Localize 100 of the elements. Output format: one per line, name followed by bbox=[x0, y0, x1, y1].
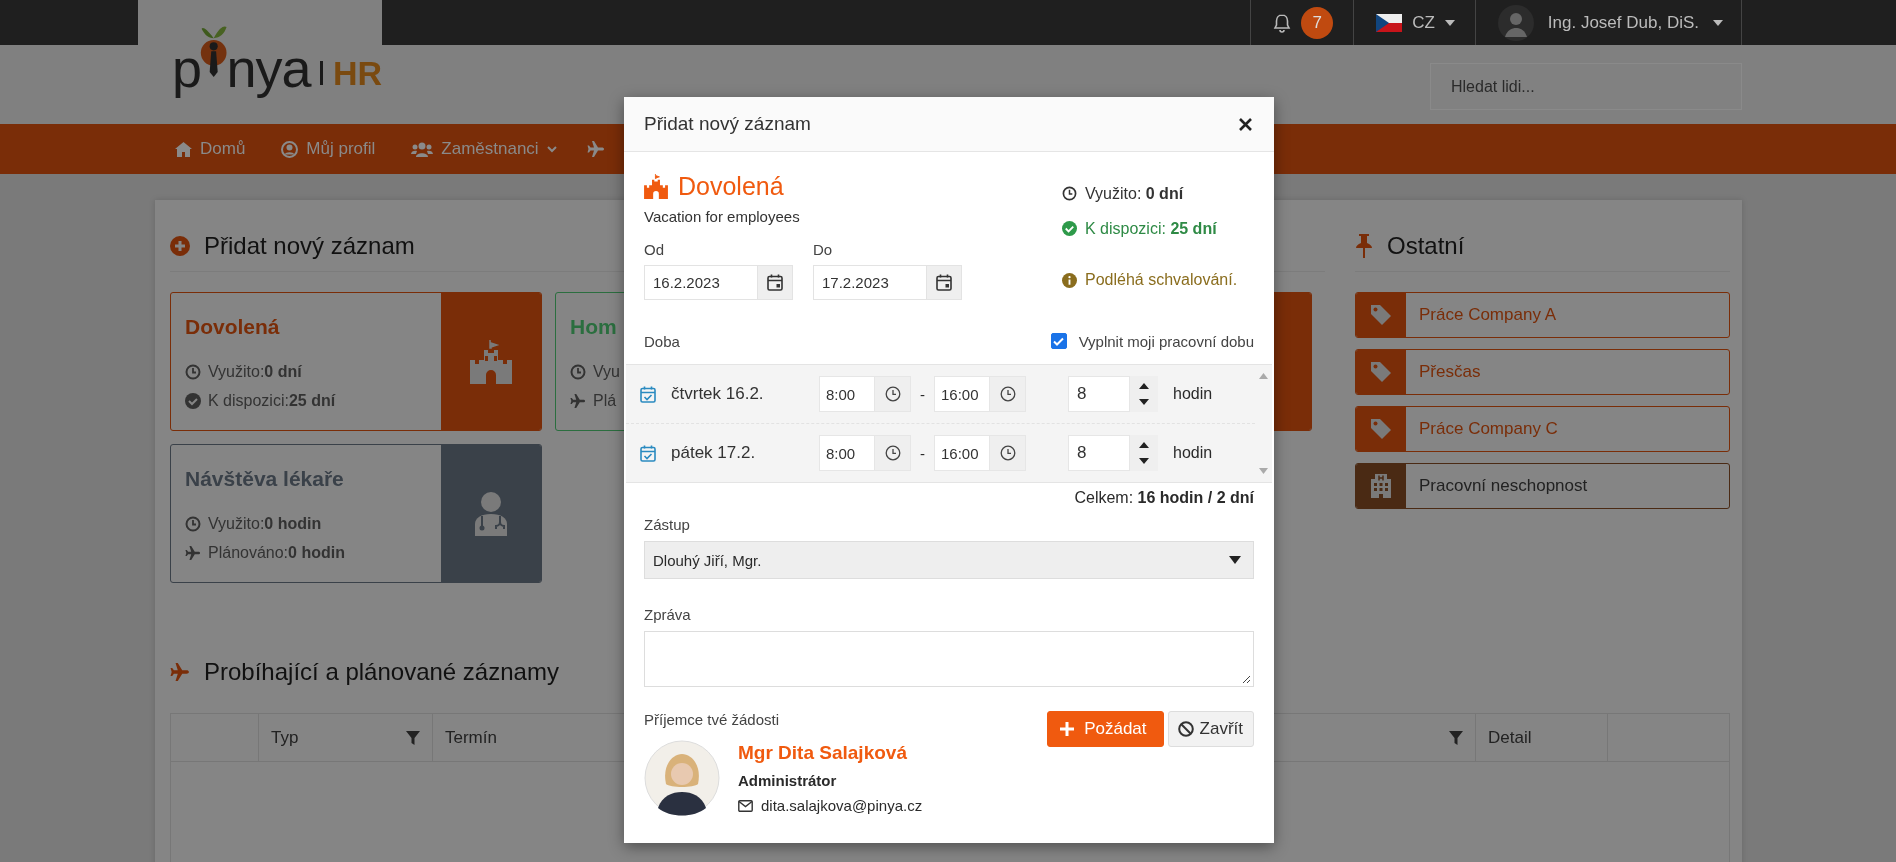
clock-icon bbox=[999, 386, 1016, 402]
close-icon[interactable] bbox=[1239, 117, 1252, 131]
plus-circle-icon bbox=[170, 235, 190, 256]
recipient-email: dita.salajkova@pinya.cz bbox=[761, 797, 923, 814]
notification-badge[interactable]: 7 bbox=[1301, 6, 1334, 39]
check-circle-icon bbox=[185, 392, 201, 409]
envelope-icon bbox=[738, 799, 753, 812]
nav-item[interactable]: Zaměstnanci bbox=[411, 139, 557, 159]
close-button[interactable]: Zavřít bbox=[1167, 711, 1254, 747]
time-field[interactable]: 16:00 bbox=[934, 435, 990, 471]
home-icon bbox=[175, 141, 192, 157]
stepper-buttons[interactable] bbox=[1130, 376, 1158, 412]
total-text: Celkem: 16 hodin / 2 dní bbox=[1073, 489, 1254, 507]
castle-icon bbox=[644, 173, 668, 199]
avatar[interactable] bbox=[1497, 4, 1534, 41]
day-label: pátek 17.2. bbox=[671, 443, 757, 463]
request-button[interactable]: Požádat bbox=[1047, 711, 1164, 747]
hospital-icon bbox=[1371, 474, 1391, 498]
time-picker-button[interactable] bbox=[990, 376, 1026, 412]
approval-note: Podléhá schvalování. bbox=[1085, 271, 1238, 289]
logo-suffix: HR bbox=[332, 53, 382, 94]
filter-icon[interactable] bbox=[1449, 730, 1463, 745]
record-type-item[interactable]: Pracovní neschopnost bbox=[1355, 463, 1730, 509]
hours-field[interactable]: 8 bbox=[1068, 435, 1130, 471]
time-picker-button[interactable] bbox=[875, 435, 911, 471]
substitute-select[interactable]: Dlouhý Jiří, Mgr. bbox=[644, 541, 1254, 579]
stepper-buttons[interactable] bbox=[1130, 435, 1158, 471]
record-type-item[interactable]: Práce Company A bbox=[1355, 292, 1730, 338]
user-circle-icon bbox=[281, 140, 299, 158]
column-header[interactable]: Termín bbox=[445, 727, 497, 748]
bell-icon[interactable] bbox=[1273, 12, 1292, 33]
dialog-title: Přidat nový záznam bbox=[644, 113, 811, 135]
calendar-button[interactable] bbox=[758, 265, 793, 300]
ban-icon bbox=[1177, 721, 1194, 737]
time-picker-button[interactable] bbox=[990, 435, 1026, 471]
range-separator: - bbox=[919, 444, 926, 462]
card-title: Dovolená bbox=[185, 315, 281, 339]
tag-icon bbox=[1370, 361, 1392, 383]
field-label: Zpráva bbox=[644, 606, 692, 623]
checkbox-label[interactable]: Vyplnit moji pracovní dobu bbox=[1078, 332, 1254, 350]
day-label: čtvrtek 16.2. bbox=[671, 384, 765, 404]
time-field[interactable]: 8:00 bbox=[819, 376, 875, 412]
castle-icon bbox=[470, 339, 512, 384]
card-stat: Vyu bbox=[593, 362, 620, 381]
stat-text: Využito: 0 dní bbox=[1085, 184, 1184, 203]
caret-icon bbox=[1713, 19, 1723, 26]
card-stat: Plá bbox=[593, 391, 617, 410]
field-label: Do bbox=[813, 241, 834, 258]
filter-icon[interactable] bbox=[406, 730, 420, 745]
clock-icon bbox=[185, 363, 201, 380]
language-menu[interactable]: CZ bbox=[1412, 12, 1435, 33]
users-icon bbox=[411, 141, 434, 157]
up-down-arrows-icon bbox=[1139, 382, 1149, 406]
user-menu[interactable]: Ing. Josef Dub, DiS. bbox=[1547, 12, 1699, 33]
card-title: Návštěva lékaře bbox=[185, 467, 345, 491]
recipient-name: Mgr Dita Salajková bbox=[738, 742, 908, 764]
resize-grip-icon[interactable] bbox=[1242, 675, 1251, 684]
clock-icon bbox=[884, 445, 901, 461]
field-label: Příjemce tvé žádosti bbox=[644, 711, 781, 728]
section-title: Ostatní bbox=[1387, 231, 1465, 260]
field-label: Doba bbox=[644, 332, 680, 350]
recipient-role: Administrátor bbox=[738, 772, 838, 789]
record-type-card[interactable]: Návštěva lékaře Využito:0 hodin Plánováno:0 hodin bbox=[170, 444, 542, 583]
card-stat: Využito:0 dní bbox=[208, 362, 302, 381]
record-type-item[interactable]: Práce Company C bbox=[1355, 406, 1730, 452]
record-type-item[interactable]: Přesčas bbox=[1355, 349, 1730, 395]
nav-item[interactable]: Domů bbox=[175, 139, 246, 159]
unit-label: hodin bbox=[1173, 385, 1213, 403]
doctor-icon bbox=[473, 491, 509, 536]
caret-icon bbox=[1444, 19, 1455, 26]
nav-item[interactable]: Můj profil bbox=[281, 139, 376, 159]
clock-icon bbox=[999, 445, 1016, 461]
column-header[interactable]: Detail bbox=[1488, 727, 1532, 748]
message-field[interactable] bbox=[644, 631, 1254, 687]
plane-icon bbox=[570, 392, 586, 409]
time-field[interactable]: 8:00 bbox=[819, 435, 875, 471]
column-header[interactable]: Typ bbox=[271, 727, 299, 748]
hours-field[interactable]: 8 bbox=[1068, 376, 1130, 412]
clock-icon bbox=[1062, 186, 1077, 201]
plane-icon[interactable] bbox=[586, 140, 605, 158]
calendar-check-icon bbox=[640, 385, 656, 403]
pushpin-icon bbox=[1355, 233, 1373, 258]
card-stat: K dispozici:25 dní bbox=[208, 391, 336, 410]
tag-icon bbox=[1370, 304, 1392, 326]
calendar-button[interactable] bbox=[927, 265, 962, 300]
search-field[interactable]: Hledat lidi... bbox=[1430, 63, 1742, 110]
section-title: Probíhající a plánované záznamy bbox=[204, 657, 559, 686]
checkbox[interactable] bbox=[1050, 333, 1067, 349]
range-separator: - bbox=[919, 385, 926, 403]
time-field[interactable]: 16:00 bbox=[934, 376, 990, 412]
tag-icon bbox=[1370, 418, 1392, 440]
calendar-check-icon bbox=[640, 444, 656, 462]
up-down-arrows-icon bbox=[1139, 441, 1149, 465]
clock-icon bbox=[185, 515, 201, 532]
date-field[interactable]: 17.2.2023 bbox=[813, 265, 927, 300]
date-field[interactable]: 16.2.2023 bbox=[644, 265, 758, 300]
section-title: Přidat nový záznam bbox=[204, 231, 415, 260]
calendar-icon bbox=[767, 274, 783, 291]
time-picker-button[interactable] bbox=[875, 376, 911, 412]
record-type-card[interactable]: Dovolená Využito:0 dní K dispozici:25 dní bbox=[170, 292, 542, 431]
